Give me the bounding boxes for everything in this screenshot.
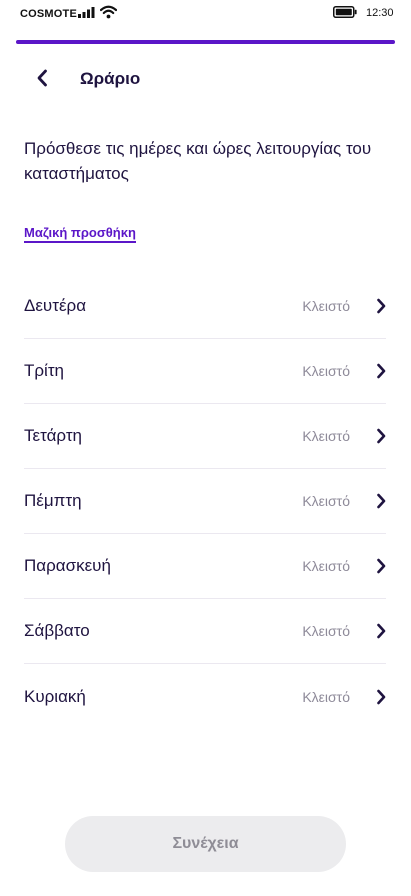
day-status: Κλειστό xyxy=(302,363,350,379)
bulk-add-link[interactable]: Μαζική προσθήκη xyxy=(24,225,136,243)
chevron-right-icon xyxy=(372,557,386,575)
day-status: Κλειστό xyxy=(302,688,350,705)
chevron-right-icon xyxy=(372,492,386,510)
day-row[interactable]: Πέμπτη Κλειστό xyxy=(24,469,386,534)
chevron-right-icon xyxy=(372,362,386,380)
signal-icon xyxy=(78,7,95,18)
progress-bar-fill xyxy=(16,40,395,44)
chevron-right-icon xyxy=(372,688,386,706)
day-row[interactable]: Δευτέρα Κλειστό xyxy=(24,274,386,339)
chevron-left-icon xyxy=(37,69,47,87)
wifi-icon xyxy=(100,5,117,19)
day-row[interactable]: Παρασκευή Κλειστό xyxy=(24,534,386,599)
battery-icon xyxy=(333,6,357,18)
day-row[interactable]: Κυριακή Κλειστό xyxy=(24,664,386,729)
carrier-name: COSMOTE xyxy=(20,8,78,20)
back-button[interactable] xyxy=(28,64,56,92)
chevron-right-icon xyxy=(372,427,386,445)
day-list: Δευτέρα Κλειστό Τρίτη Κλειστό Τετάρτη Κλειστό… xyxy=(24,274,386,729)
status-time: 12:30 xyxy=(366,7,394,19)
day-status: Κλειστό xyxy=(302,623,350,639)
day-status: Κλειστό xyxy=(302,428,350,444)
day-name: Παρασκευή xyxy=(24,556,111,575)
page-title: Ωράριο xyxy=(80,69,141,88)
chevron-right-icon xyxy=(372,622,386,640)
day-row[interactable]: Σάββατο Κλειστό xyxy=(24,599,386,664)
status-bar: COSMOTE 12:30 xyxy=(0,0,411,28)
day-name: Τρίτη xyxy=(24,361,65,380)
day-name: Δευτέρα xyxy=(24,296,87,315)
day-name: Κυριακή xyxy=(24,686,86,706)
progress-bar xyxy=(16,40,395,44)
day-name: Τετάρτη xyxy=(24,426,82,445)
day-name: Πέμπτη xyxy=(24,491,82,510)
day-status: Κλειστό xyxy=(302,558,350,574)
day-status: Κλειστό xyxy=(302,493,350,509)
day-row[interactable]: Τρίτη Κλειστό xyxy=(24,339,386,404)
continue-button[interactable]: Συνέχεια xyxy=(65,816,346,872)
day-row[interactable]: Τετάρτη Κλειστό xyxy=(24,404,386,469)
day-name: Σάββατο xyxy=(24,621,90,640)
day-status: Κλειστό xyxy=(302,298,350,314)
chevron-right-icon xyxy=(372,297,386,315)
description-text: Πρόσθεσε τις ημέρες και ώρες λειτουργίας… xyxy=(24,139,372,183)
